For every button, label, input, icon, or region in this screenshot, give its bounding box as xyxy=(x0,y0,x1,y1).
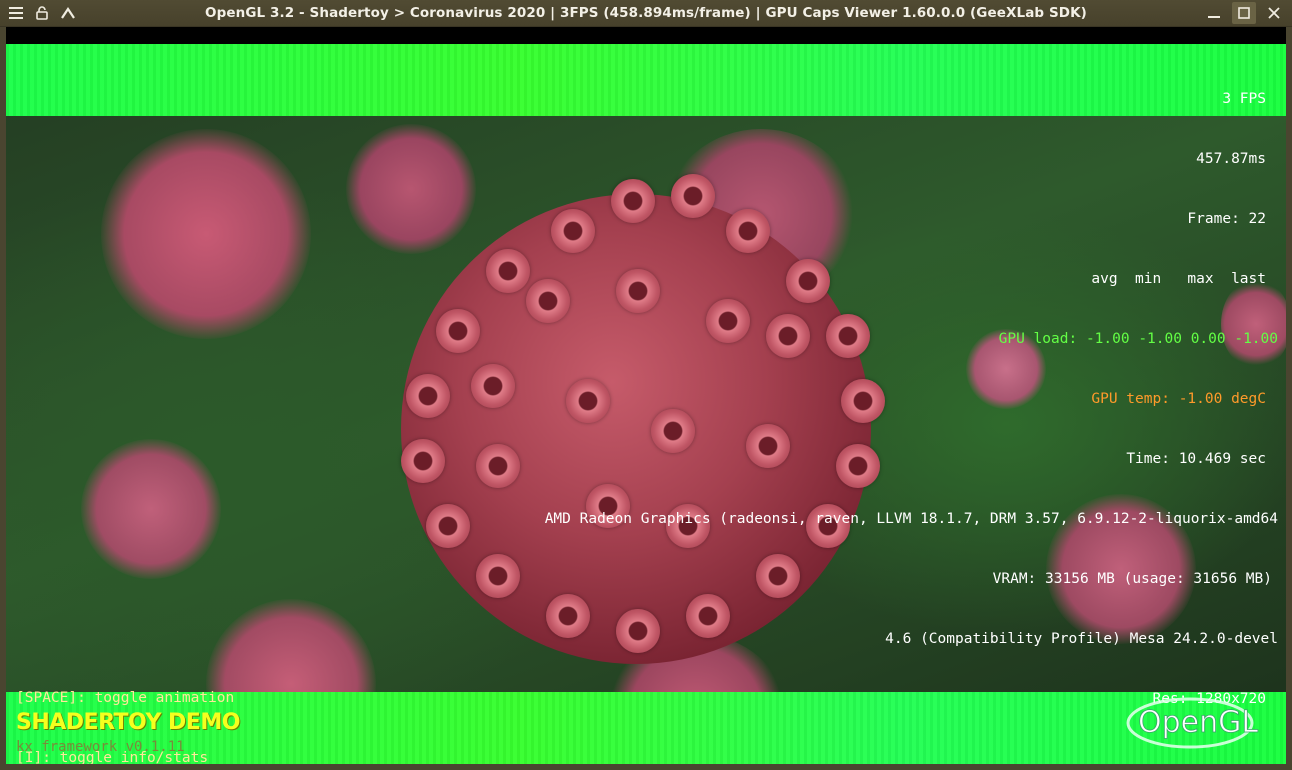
stats-overlay: 3 FPS 457.87ms Frame: 22 avg min max las… xyxy=(545,49,1278,749)
hint-toggle-animation: [SPACE]: toggle animation xyxy=(16,690,235,706)
virus-spike xyxy=(406,374,450,418)
virus-spike xyxy=(436,309,480,353)
opengl-logo-text: OpenGL xyxy=(1138,705,1258,740)
vram-readout: VRAM: 33156 MB (usage: 31656 MB) xyxy=(992,571,1272,587)
virus-spike xyxy=(426,504,470,548)
gpu-temp-readout: GPU temp: -1.00 degC xyxy=(1091,391,1266,407)
opengl-logo: OpenGL xyxy=(1126,697,1259,749)
frame-time-readout: 457.87ms xyxy=(1196,151,1266,167)
gl-version-info: 4.6 (Compatibility Profile) Mesa 24.2.0-… xyxy=(885,631,1278,647)
window-titlebar[interactable]: OpenGL 3.2 - Shadertoy > Coronavirus 202… xyxy=(0,0,1292,27)
close-icon[interactable] xyxy=(1262,2,1286,24)
virus-spike xyxy=(401,439,445,483)
titlebar-right-controls xyxy=(1202,2,1286,24)
background-virus xyxy=(101,129,311,339)
demo-title: SHADERTOY DEMO xyxy=(16,710,240,735)
time-readout: Time: 10.469 sec xyxy=(1126,451,1266,467)
maximize-icon[interactable] xyxy=(1232,2,1256,24)
minimize-icon[interactable] xyxy=(1202,2,1226,24)
virus-spike xyxy=(476,444,520,488)
virus-spike xyxy=(471,364,515,408)
background-virus xyxy=(81,439,221,579)
background-virus xyxy=(346,124,476,254)
gpu-load-readout: GPU load: -1.00 -1.00 0.00 -1.00 xyxy=(998,331,1278,347)
stats-column-header: avg min max last xyxy=(1091,271,1266,287)
renderer-info: AMD Radeon Graphics (radeonsi, raven, LL… xyxy=(544,511,1278,527)
frame-counter: Frame: 22 xyxy=(1187,211,1266,227)
virus-spike xyxy=(486,249,530,293)
framework-version: kx framework v0.1.11 xyxy=(16,739,185,755)
window-title: OpenGL 3.2 - Shadertoy > Coronavirus 202… xyxy=(205,5,1087,21)
virus-spike xyxy=(476,554,520,598)
fps-readout: 3 FPS xyxy=(1222,91,1266,107)
render-viewport[interactable]: 3 FPS 457.87ms Frame: 22 avg min max las… xyxy=(6,27,1286,764)
